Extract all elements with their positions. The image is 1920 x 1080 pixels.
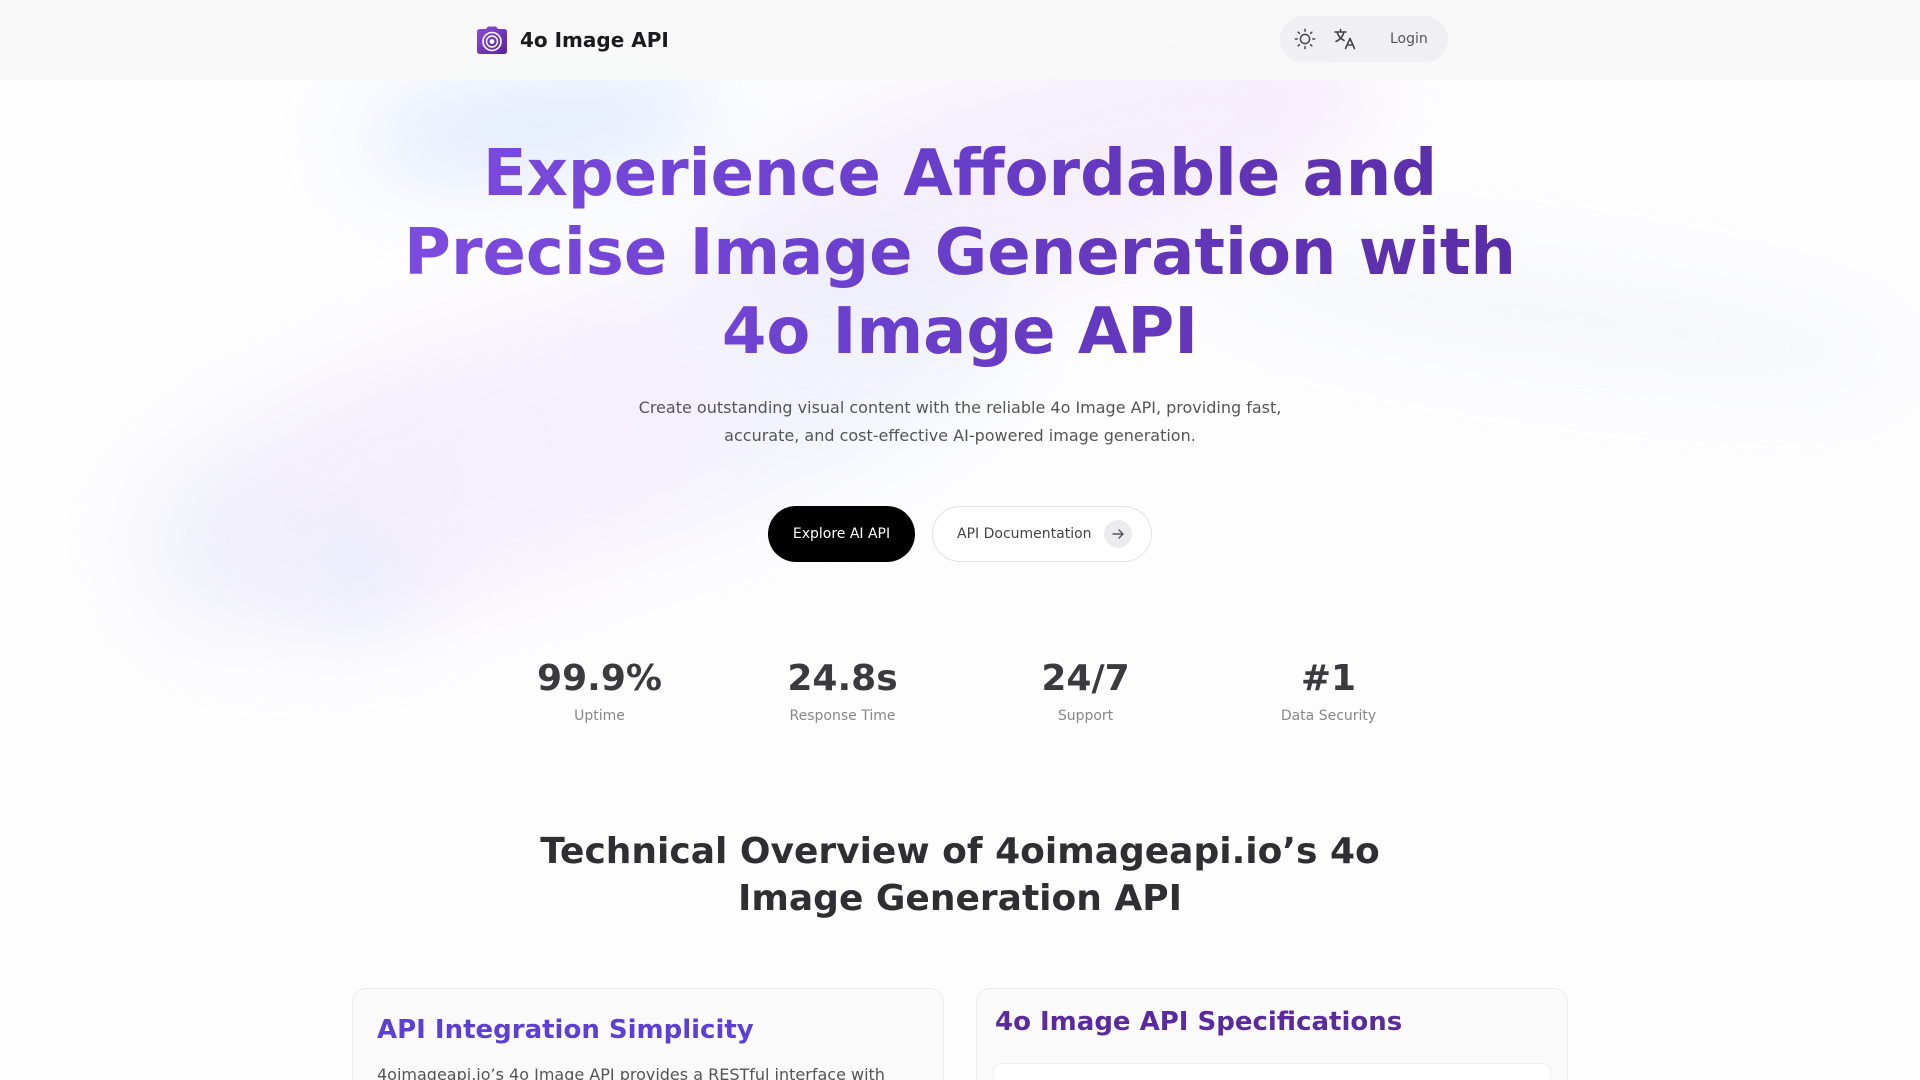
brand-name: 4o Image API [520,28,669,52]
hero-title-line-2: Precise Image Generation with [404,216,1516,290]
language-button[interactable] [1332,26,1358,52]
api-documentation-label: API Documentation [957,526,1092,542]
stat-label: Support [1057,708,1114,724]
hero-title: Experience Affordable and Precise Image … [400,135,1520,372]
overview-title-line-2: Image Generation API [737,878,1183,919]
brand[interactable]: 4o Image API [477,26,669,54]
theme-toggle-button[interactable] [1292,26,1318,52]
arrow-right-icon [1103,520,1132,548]
stat-label: Response Time [789,708,896,724]
specifications-inner-panel [993,1063,1551,1080]
stat-label: Data Security [1280,708,1377,724]
hero-title-line-1: Experience Affordable and [482,137,1438,211]
stat-response-time: 24.8s Response Time [721,652,964,724]
overview-title-line-1: Technical Overview of 4oimageapi.io’s 4o [540,831,1380,872]
login-button[interactable]: Login [1390,31,1428,47]
stat-value: #1 [1300,658,1357,699]
explore-api-button[interactable]: Explore AI API [768,506,915,562]
hero-title-line-3: 4o Image API [721,295,1199,369]
stat-value: 99.9% [537,658,662,699]
stat-value: 24/7 [1041,658,1130,699]
stat-support: 24/7 Support [964,652,1207,724]
site-header: 4o Image API Login [0,0,1920,80]
integration-card-title: API Integration Simplicity [377,1015,754,1045]
cta-row: Explore AI API API Documentation [768,506,1152,562]
integration-card-text: 4oimageapi.io’s 4o Image API provides a … [377,1065,885,1080]
sun-icon [1294,28,1316,50]
stats-row: 99.9% Uptime 24.8s Response Time 24/7 Su… [478,652,1450,724]
hero-subtitle: Create outstanding visual content with t… [620,394,1300,450]
stat-value: 24.8s [787,658,898,699]
overview-title: Technical Overview of 4oimageapi.io’s 4o… [540,828,1380,922]
hero-subtitle-line-1: Create outstanding visual content with t… [638,398,1282,417]
integration-card: API Integration Simplicity 4oimageapi.io… [352,988,944,1080]
stat-data-security: #1 Data Security [1207,652,1450,724]
api-documentation-button[interactable]: API Documentation [932,506,1152,562]
camera-logo-icon [477,26,507,54]
hero-subtitle-line-2: accurate, and cost-effective AI-powered … [724,426,1196,445]
specifications-card: 4o Image API Specifications [976,988,1568,1080]
header-actions: Login [1280,16,1448,62]
specifications-card-title: 4o Image API Specifications [995,1007,1403,1037]
stat-uptime: 99.9% Uptime [478,652,721,724]
translate-icon [1334,28,1356,50]
stat-label: Uptime [574,708,625,724]
